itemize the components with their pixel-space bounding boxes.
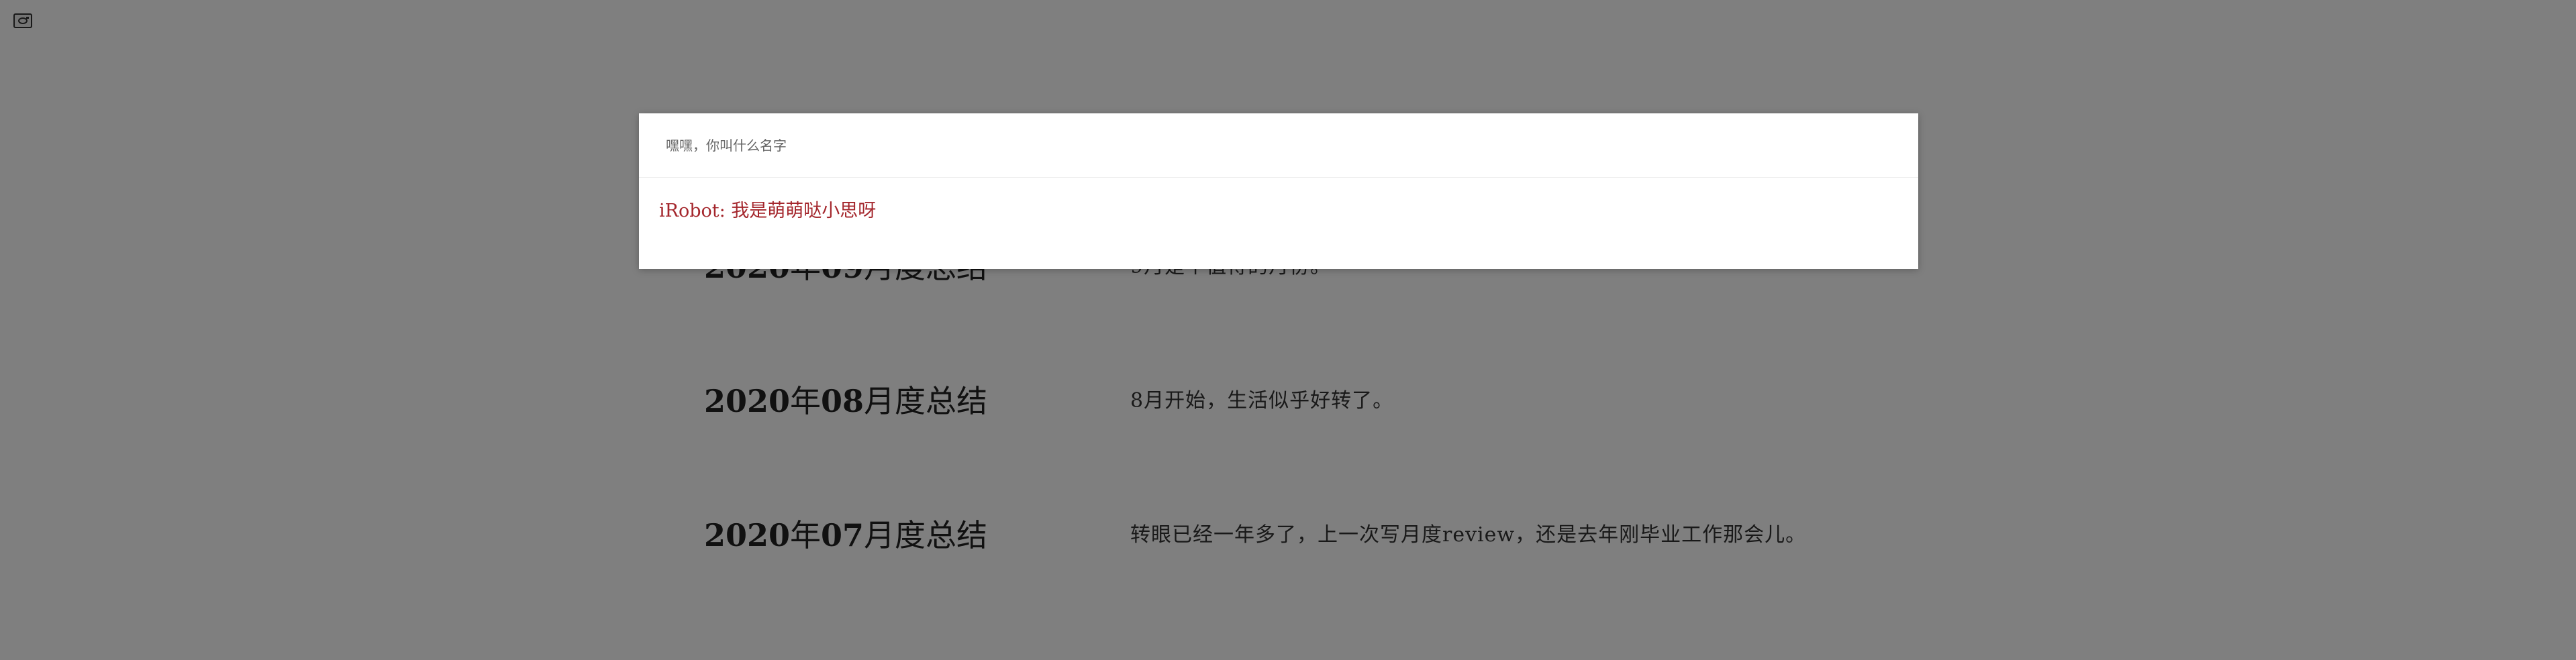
chat-input[interactable] xyxy=(639,113,1918,178)
modal-overlay[interactable] xyxy=(0,0,2576,660)
reply-text: 我是萌萌哒小思呀 xyxy=(731,201,877,221)
chat-modal: iRobot: 我是萌萌哒小思呀 xyxy=(639,113,1918,269)
chat-reply: iRobot: 我是萌萌哒小思呀 xyxy=(659,198,876,225)
reply-speaker: iRobot: xyxy=(659,201,726,221)
page: 2020年09月度总结 9月是个值得的月份。 2020年08月度总结 8月开始，… xyxy=(0,0,2576,660)
